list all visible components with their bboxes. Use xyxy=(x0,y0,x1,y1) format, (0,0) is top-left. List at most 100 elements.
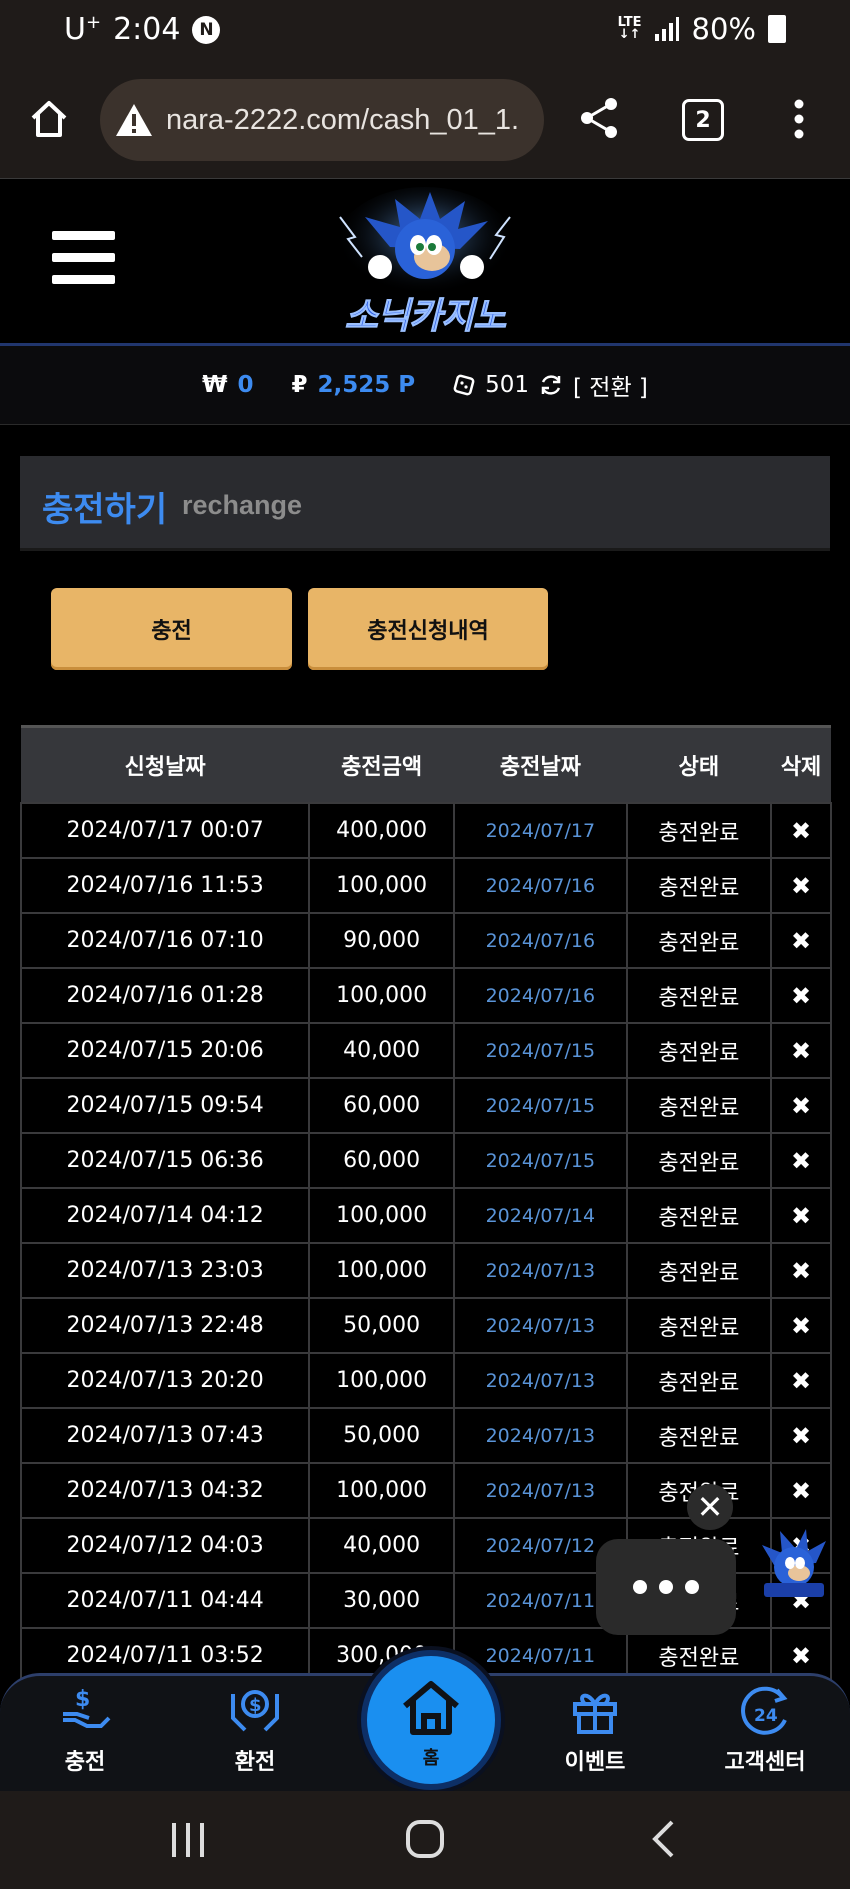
nav-home-button[interactable]: 홈 xyxy=(361,1650,501,1790)
signal-icon xyxy=(654,17,679,41)
gift-icon xyxy=(573,1693,617,1734)
close-float-button[interactable]: ✕ xyxy=(687,1484,733,1530)
clock: 2:04 xyxy=(113,12,181,47)
chip-balance: 501 xyxy=(485,372,530,398)
share-icon[interactable] xyxy=(578,96,620,140)
delete-icon[interactable]: ✖ xyxy=(770,1132,832,1189)
address-bar[interactable]: nara-2222.com/cash_01_1. xyxy=(100,79,544,161)
cell-request-date: 2024/07/16 11:53 xyxy=(19,857,311,914)
cell-status: 충전완료 xyxy=(625,1352,773,1409)
cell-status: 충전완료 xyxy=(625,802,773,859)
cell-amount: 50,000 xyxy=(308,1297,455,1354)
back-icon[interactable] xyxy=(650,1819,676,1859)
convert-button[interactable]: [ 전환 ] xyxy=(573,368,648,402)
cell-charge-date: 2024/07/15 xyxy=(453,1022,628,1079)
table-row: 2024/07/15 06:36 60,000 2024/07/15 충전완료 ✖ xyxy=(19,1132,832,1189)
hand-coin-icon: $ xyxy=(63,1687,111,1728)
recent-apps-icon[interactable] xyxy=(170,1821,206,1859)
table-row: 2024/07/15 09:54 60,000 2024/07/15 충전완료 ✖ xyxy=(19,1077,832,1134)
won-balance: 0 xyxy=(237,372,254,398)
header-status: 상태 xyxy=(626,725,772,803)
cell-request-date: 2024/07/12 04:03 xyxy=(19,1517,311,1574)
cell-request-date: 2024/07/15 06:36 xyxy=(19,1132,311,1189)
balance-bar: ₩ 0 ₽ 2,525 P 501 [ 전환 ] xyxy=(0,346,850,425)
delete-icon[interactable]: ✖ xyxy=(770,1462,832,1519)
table-row: 2024/07/16 07:10 90,000 2024/07/16 충전완료 ✖ xyxy=(19,912,832,969)
delete-icon[interactable]: ✖ xyxy=(770,1242,832,1299)
more-menu-button[interactable] xyxy=(596,1539,736,1635)
url-text[interactable]: nara-2222.com/cash_01_1. xyxy=(166,104,536,137)
table-row: 2024/07/15 20:06 40,000 2024/07/15 충전완료 ✖ xyxy=(19,1022,832,1079)
cell-charge-date: 2024/07/16 xyxy=(453,857,628,914)
cell-charge-date: 2024/07/13 xyxy=(453,1407,628,1464)
battery-icon xyxy=(768,15,786,43)
menu-icon[interactable] xyxy=(52,231,115,297)
delete-icon[interactable]: ✖ xyxy=(770,912,832,969)
point-icon: ₽ xyxy=(291,372,308,398)
point-balance: 2,525 P xyxy=(317,372,416,398)
cell-charge-date: 2024/07/13 xyxy=(453,1297,628,1354)
home-icon[interactable] xyxy=(28,98,70,140)
charge-button[interactable]: 충전 xyxy=(51,588,292,670)
cell-charge-date: 2024/07/17 xyxy=(453,802,628,859)
nav-exchange-label: 환전 xyxy=(234,1750,276,1775)
table-header-row: 신청날짜 충전금액 충전날짜 상태 삭제 xyxy=(21,725,831,803)
nav-support[interactable]: 24 고객센터 xyxy=(705,1684,825,1776)
cell-charge-date: 2024/07/15 xyxy=(453,1077,628,1134)
svg-text:$: $ xyxy=(249,1695,262,1716)
cell-status: 충전완료 xyxy=(625,1132,773,1189)
more-options-icon[interactable] xyxy=(793,98,805,140)
delete-icon[interactable]: ✖ xyxy=(770,1187,832,1244)
header-request-date: 신청날짜 xyxy=(21,725,310,803)
cell-request-date: 2024/07/17 00:07 xyxy=(19,802,311,859)
system-navigation-bar xyxy=(0,1791,850,1889)
cell-amount: 100,000 xyxy=(308,1352,455,1409)
cell-charge-date: 2024/07/16 xyxy=(453,912,628,969)
warning-icon[interactable] xyxy=(114,102,154,138)
refresh-icon[interactable] xyxy=(539,373,563,397)
cell-amount: 90,000 xyxy=(308,912,455,969)
system-home-icon[interactable] xyxy=(405,1819,445,1859)
cell-status: 충전완료 xyxy=(625,1297,773,1354)
nav-home-label: 홈 xyxy=(422,1748,440,1769)
cell-amount: 100,000 xyxy=(308,967,455,1024)
cell-request-date: 2024/07/15 09:54 xyxy=(19,1077,311,1134)
delete-icon[interactable]: ✖ xyxy=(770,1297,832,1354)
cell-amount: 400,000 xyxy=(308,802,455,859)
tab-switcher-button[interactable]: 2 xyxy=(682,99,724,141)
logo-text: 소닉카지노 xyxy=(344,296,507,338)
cell-amount: 100,000 xyxy=(308,1462,455,1519)
table-row: 2024/07/13 23:03 100,000 2024/07/13 충전완료 ✖ xyxy=(19,1242,832,1299)
cell-charge-date: 2024/07/14 xyxy=(453,1187,628,1244)
nav-charge[interactable]: $ 충전 xyxy=(25,1684,145,1776)
mascot-chat-icon[interactable] xyxy=(754,1525,834,1605)
cell-request-date: 2024/07/11 04:44 xyxy=(19,1572,311,1629)
site-logo[interactable]: 소닉카지노 xyxy=(320,187,530,338)
cell-charge-date: 2024/07/13 xyxy=(453,1242,628,1299)
site-header: 소닉카지노 xyxy=(0,179,850,346)
nav-event[interactable]: 이벤트 xyxy=(535,1684,655,1776)
delete-icon[interactable]: ✖ xyxy=(770,1407,832,1464)
delete-icon[interactable]: ✖ xyxy=(770,1022,832,1079)
lte-icon: LTE ↓↑ xyxy=(617,15,642,42)
cell-amount: 100,000 xyxy=(308,1187,455,1244)
delete-icon[interactable]: ✖ xyxy=(770,1352,832,1409)
delete-icon[interactable]: ✖ xyxy=(770,802,832,859)
cell-request-date: 2024/07/13 04:32 xyxy=(19,1462,311,1519)
cell-request-date: 2024/07/13 23:03 xyxy=(19,1242,311,1299)
delete-icon[interactable]: ✖ xyxy=(770,967,832,1024)
status-bar: U+ 2:04 N LTE ↓↑ 80% xyxy=(0,0,850,60)
charge-history-button[interactable]: 충전신청내역 xyxy=(308,588,548,670)
notification-badge-icon: N xyxy=(192,15,221,44)
cell-status: 충전완료 xyxy=(625,1242,773,1299)
cell-amount: 100,000 xyxy=(308,1242,455,1299)
cell-charge-date: 2024/07/13 xyxy=(453,1352,628,1409)
nav-event-label: 이벤트 xyxy=(564,1750,626,1775)
cell-amount: 40,000 xyxy=(308,1517,455,1574)
table-row: 2024/07/16 01:28 100,000 2024/07/16 충전완료 ✖ xyxy=(19,967,832,1024)
delete-icon[interactable]: ✖ xyxy=(770,1077,832,1134)
support-24-icon: 24 xyxy=(741,1686,788,1735)
nav-exchange[interactable]: $ 환전 xyxy=(195,1684,315,1776)
delete-icon[interactable]: ✖ xyxy=(770,857,832,914)
cell-amount: 60,000 xyxy=(308,1132,455,1189)
